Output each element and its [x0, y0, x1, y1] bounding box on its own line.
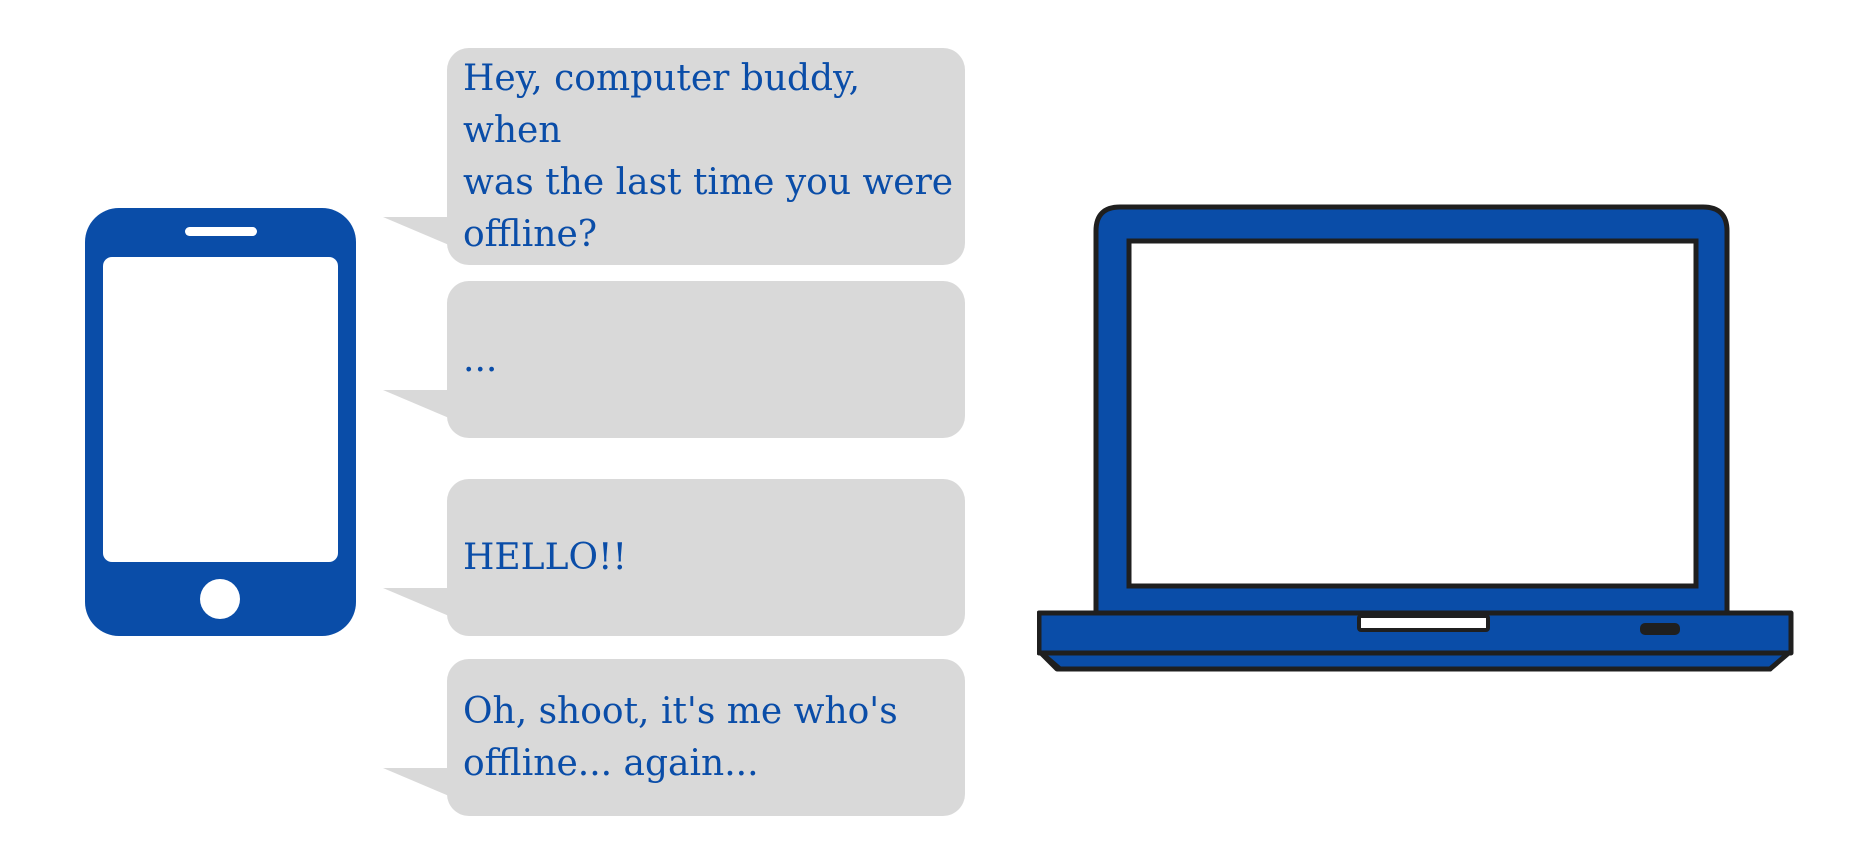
chat-bubble: Oh, shoot, it's me who's offline... agai… — [383, 659, 965, 816]
laptop-indicator-light — [1640, 623, 1680, 635]
bubble-tail — [383, 588, 449, 616]
laptop-icon — [1037, 204, 1794, 672]
laptop-trackpad — [1357, 614, 1490, 632]
smartphone-icon — [85, 208, 356, 636]
bubble-tail — [383, 768, 449, 796]
phone-speaker — [185, 227, 257, 236]
chat-bubble: Hey, computer buddy, when was the last t… — [383, 48, 965, 265]
laptop-screen — [1126, 238, 1699, 589]
bubble-tail — [383, 390, 449, 418]
message-text: Hey, computer buddy, when was the last t… — [463, 57, 954, 255]
chat-bubble: HELLO!! — [383, 479, 965, 636]
message-text: ... — [463, 338, 498, 380]
chat-bubble: ... — [383, 281, 965, 438]
message-text: HELLO!! — [463, 536, 627, 578]
message-text: Oh, shoot, it's me who's offline... agai… — [463, 690, 898, 784]
phone-screen — [103, 257, 338, 562]
bubble-tail — [383, 217, 449, 245]
phone-home-button — [200, 579, 240, 619]
